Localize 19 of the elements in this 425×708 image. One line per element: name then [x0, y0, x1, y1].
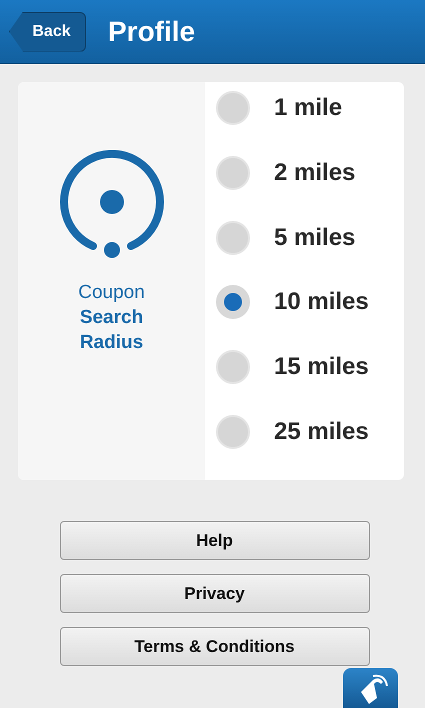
radio-button[interactable]: [216, 156, 250, 190]
option-label: 2 miles: [274, 158, 356, 188]
radio-button[interactable]: [216, 91, 250, 125]
option-label: 1 mile: [274, 93, 342, 123]
radio-button[interactable]: [216, 415, 250, 450]
radio-button[interactable]: [216, 285, 250, 320]
option-label: 25 miles: [274, 417, 369, 448]
radius-label: Coupon Search Radius: [77, 281, 146, 355]
option-label: 10 miles: [274, 287, 369, 318]
radio-button[interactable]: [216, 350, 250, 384]
page-title: Profile: [108, 16, 196, 48]
menu-button[interactable]: Terms & Conditions: [60, 627, 370, 666]
option-label: 5 miles: [274, 222, 356, 253]
option-label: 15 miles: [274, 352, 369, 382]
app-icon[interactable]: [343, 668, 398, 708]
back-button[interactable]: Back: [9, 12, 86, 52]
menu-button[interactable]: Help: [60, 521, 370, 560]
radio-button[interactable]: [216, 220, 250, 255]
menu-button[interactable]: Privacy: [60, 574, 370, 613]
